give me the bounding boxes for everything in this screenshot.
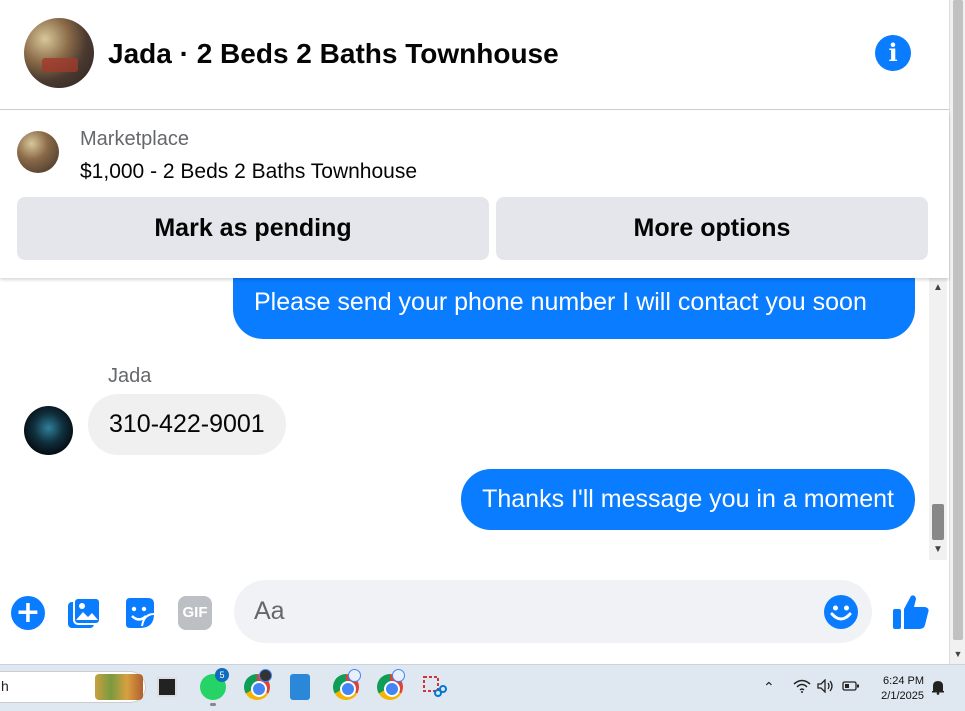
outgoing-message: Thanks I'll message you in a moment	[461, 469, 915, 530]
info-icon[interactable]: i	[875, 35, 911, 71]
volume-icon[interactable]	[817, 678, 835, 696]
outgoing-message: Yes it's still available Please send you…	[233, 278, 915, 339]
window-scroll-down-icon[interactable]: ▼	[950, 646, 965, 662]
listing-thumbnail[interactable]	[17, 131, 59, 173]
message-list[interactable]: Yes it's still available Please send you…	[0, 278, 929, 560]
sticker-icon[interactable]	[122, 596, 156, 630]
clock-date: 2/1/2025	[881, 690, 924, 702]
gif-icon[interactable]: GIF	[178, 596, 212, 630]
wifi-icon[interactable]	[793, 679, 811, 696]
chevron-up-icon[interactable]: ⌃	[763, 679, 775, 696]
sender-avatar[interactable]	[24, 406, 73, 455]
sender-name: Jada	[108, 365, 152, 387]
more-options-button[interactable]: More options	[496, 197, 928, 260]
photo-icon[interactable]	[66, 596, 101, 630]
marketplace-panel: Marketplace $1,000 - 2 Beds 2 Baths Town…	[0, 111, 949, 278]
message-composer: + GIF	[0, 560, 949, 664]
message-input-container	[234, 580, 872, 643]
battery-icon[interactable]	[842, 679, 860, 696]
window-app-icon[interactable]	[157, 677, 177, 697]
mark-as-pending-button[interactable]: Mark as pending	[17, 197, 489, 260]
chrome-profile-icon[interactable]	[333, 669, 361, 700]
notification-bell-icon[interactable]	[930, 679, 946, 698]
window-scrollbar[interactable]: ▼	[949, 0, 965, 664]
scroll-up-arrow-icon[interactable]: ▲	[929, 280, 947, 296]
chrome-icon[interactable]	[244, 669, 272, 700]
emoji-icon[interactable]	[823, 594, 859, 635]
clock-time: 6:24 PM	[883, 675, 924, 687]
taskbar: h 5 ⌃ 6:24 PM 2/1/2025	[0, 664, 965, 711]
taskbar-search-text: h	[1, 678, 9, 694]
marketplace-label: Marketplace	[80, 128, 189, 150]
message-line: Please send your phone number I will con…	[254, 288, 867, 316]
listing-avatar[interactable]	[24, 18, 94, 88]
whatsapp-icon[interactable]: 5	[200, 668, 229, 706]
scroll-down-arrow-icon[interactable]: ▼	[929, 542, 947, 558]
snipping-tool-icon[interactable]	[421, 674, 447, 700]
message-line: Yes it's still available	[254, 278, 894, 286]
chrome-profile-icon[interactable]	[377, 669, 405, 700]
thumbs-up-icon[interactable]	[891, 592, 931, 637]
profile-icon	[392, 669, 405, 682]
notification-badge: 5	[215, 668, 229, 682]
search-highlight-icon[interactable]	[95, 674, 143, 700]
incoming-message: 310-422-9001	[88, 394, 286, 455]
system-clock[interactable]: 6:24 PM 2/1/2025	[870, 674, 924, 704]
scrollbar-thumb[interactable]	[932, 504, 944, 540]
conversation-title[interactable]: Jada · 2 Beds 2 Baths Townhouse	[108, 38, 559, 70]
listing-title[interactable]: $1,000 - 2 Beds 2 Baths Townhouse	[80, 160, 417, 184]
conversation-header: Jada · 2 Beds 2 Baths Townhouse i	[0, 0, 949, 110]
running-indicator	[210, 703, 216, 706]
plus-icon[interactable]: +	[11, 596, 45, 630]
profile-icon	[348, 669, 361, 682]
message-scrollbar[interactable]: ▲ ▼	[929, 278, 947, 560]
profile-icon	[259, 669, 272, 682]
message-input[interactable]	[254, 580, 814, 643]
notepad-icon[interactable]	[290, 674, 310, 700]
window-scrollbar-thumb[interactable]	[953, 0, 963, 640]
